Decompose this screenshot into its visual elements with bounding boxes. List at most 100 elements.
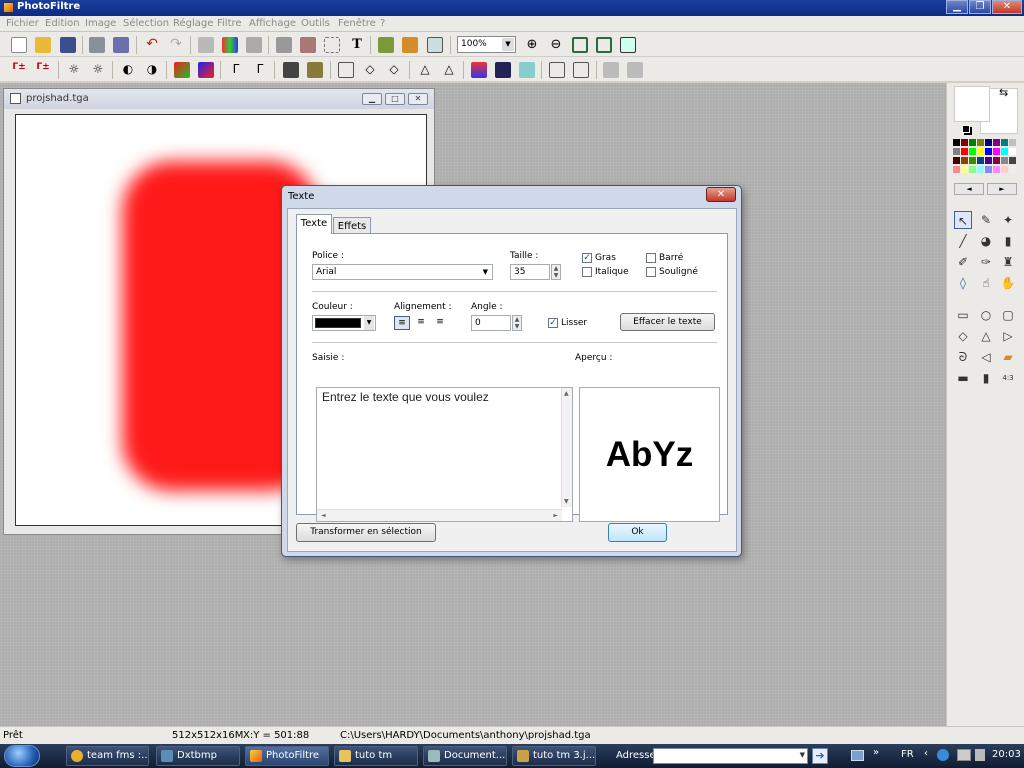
hand-icon[interactable]: ✋ (999, 274, 1017, 292)
palette-color-cell[interactable] (993, 166, 1000, 173)
align-center-icon[interactable]: ≡ (413, 316, 429, 330)
fit-window-icon[interactable] (596, 37, 612, 53)
task-tuto-tm[interactable]: tuto tm (334, 746, 418, 766)
palette-color-cell[interactable] (985, 157, 992, 164)
flip-vertical-icon[interactable] (573, 62, 589, 78)
palette-color-cell[interactable] (1001, 139, 1008, 146)
police-select[interactable]: Arial ▼ (312, 264, 493, 280)
blur-drop-icon[interactable]: ◊ (954, 274, 972, 292)
menu-outils[interactable]: Outils (301, 18, 330, 29)
task-document[interactable]: Document.... (423, 746, 507, 766)
frame-icon[interactable] (495, 62, 511, 78)
dialog-close-button[interactable]: ✕ (706, 187, 736, 202)
menu-reglage[interactable]: Réglage (173, 18, 213, 29)
saturation-down-icon[interactable] (174, 62, 190, 78)
sharpen-icon[interactable]: ◇ (362, 62, 378, 78)
horizontal-align-icon[interactable]: ▬ (954, 369, 972, 387)
start-button[interactable] (4, 745, 40, 767)
menu-edition[interactable]: Edition (45, 18, 80, 29)
angle-spinner[interactable]: ▲ ▼ (512, 315, 522, 331)
palette-color-cell[interactable] (985, 166, 992, 173)
color-palette[interactable] (953, 139, 1017, 179)
couleur-picker[interactable]: ▼ (312, 315, 376, 331)
fill-bucket-icon[interactable]: ◕ (977, 232, 995, 250)
sepia-icon[interactable] (307, 62, 323, 78)
palette-color-cell[interactable] (1001, 148, 1008, 155)
default-colors-icon[interactable] (962, 125, 970, 133)
address-input[interactable]: ▼ (653, 748, 808, 764)
print-icon[interactable] (89, 37, 105, 53)
palette-color-cell[interactable] (953, 139, 960, 146)
text-tool-icon[interactable]: T (349, 37, 365, 53)
save-icon[interactable] (60, 37, 76, 53)
spray-icon[interactable]: ▮ (999, 232, 1017, 250)
ok-button[interactable]: Ok (608, 523, 667, 542)
palette-color-cell[interactable] (985, 139, 992, 146)
palette-color-cell[interactable] (993, 148, 1000, 155)
angle-input[interactable]: 0 (471, 315, 511, 331)
drop-icon[interactable]: ◇ (386, 62, 402, 78)
menu-fichier[interactable]: Fichier (6, 18, 39, 29)
rotate-right-icon[interactable] (627, 62, 643, 78)
palette-color-cell[interactable] (961, 139, 968, 146)
saisie-textarea[interactable]: Entrez le texte que vous voulez ▲ ▼ ◄ ► (316, 387, 573, 522)
rectangle-shape-icon[interactable]: ▭ (954, 306, 972, 324)
colors-icon[interactable] (222, 37, 238, 53)
transparency-icon[interactable] (198, 37, 214, 53)
maximize-button[interactable]: ❐ (969, 0, 991, 14)
swap-colors-icon[interactable]: ⇆ (999, 86, 1008, 99)
desktop-icon[interactable] (851, 750, 864, 761)
open-folder-icon[interactable] (35, 37, 51, 53)
redo-icon[interactable]: ↷ (168, 37, 184, 53)
go-arrow-icon[interactable]: ➔ (812, 748, 828, 764)
menu-image[interactable]: Image (85, 18, 116, 29)
palette-color-cell[interactable] (961, 157, 968, 164)
horizontal-scrollbar[interactable]: ◄ ► (317, 509, 562, 521)
layer-icon[interactable] (378, 37, 394, 53)
palette-prev-button[interactable]: ◄ (954, 183, 984, 195)
menu-affichage[interactable]: Affichage (249, 18, 296, 29)
palette-color-cell[interactable] (969, 139, 976, 146)
triangle-shape-icon[interactable]: △ (977, 327, 995, 345)
rounded-rect-shape-icon[interactable]: ▢ (999, 306, 1017, 324)
lasso-icon[interactable]: ᘐ (954, 348, 972, 366)
palette-color-cell[interactable] (969, 166, 976, 173)
image-window-titlebar[interactable]: projshad.tga ▁ □ ✕ (4, 89, 434, 109)
contrast-up-icon[interactable]: ◑ (144, 62, 160, 78)
scroll-down-icon[interactable]: ▼ (564, 498, 569, 505)
vertical-scrollbar[interactable]: ▲ ▼ (561, 388, 572, 507)
palette-color-cell[interactable] (985, 148, 992, 155)
palette-color-cell[interactable] (953, 148, 960, 155)
load-shape-icon[interactable]: ▰ (999, 348, 1017, 366)
palette-color-cell[interactable] (969, 148, 976, 155)
palette-color-cell[interactable] (953, 157, 960, 164)
contrast-down-icon[interactable]: ◐ (120, 62, 136, 78)
task-photofiltre[interactable]: PhotoFiltre (245, 746, 329, 766)
palette-color-cell[interactable] (1001, 157, 1008, 164)
flip-horizontal-icon[interactable] (549, 62, 565, 78)
palette-color-cell[interactable] (961, 166, 968, 173)
tab-effets[interactable]: Effets (333, 217, 371, 234)
scroll-left-icon[interactable]: ◄ (321, 512, 326, 519)
gradient-icon[interactable] (471, 62, 487, 78)
chevron-left-icon[interactable]: ‹ (924, 748, 928, 759)
palette-color-cell[interactable] (977, 139, 984, 146)
rotate-left-icon[interactable] (603, 62, 619, 78)
palette-color-cell[interactable] (977, 148, 984, 155)
palette-color-cell[interactable] (953, 166, 960, 173)
brightness-down-icon[interactable]: ☼ (66, 62, 82, 78)
menu-fenetre[interactable]: Fenêtre (338, 18, 376, 29)
effacer-texte-button[interactable]: Effacer le texte (620, 313, 715, 331)
tab-texte[interactable]: Texte (296, 214, 332, 234)
saturation-up-icon[interactable] (198, 62, 214, 78)
gras-checkbox[interactable]: ✓ (582, 253, 592, 263)
zoom-in-icon[interactable]: ⊕ (524, 37, 540, 53)
palette-color-cell[interactable] (993, 139, 1000, 146)
palette-color-cell[interactable] (1009, 157, 1016, 164)
auto-levels-icon[interactable]: Γ± (11, 62, 27, 78)
diamond-shape-icon[interactable]: ◇ (954, 327, 972, 345)
image-minimize-button[interactable]: ▁ (362, 93, 382, 105)
image-close-button[interactable]: ✕ (408, 93, 428, 105)
image-maximize-button[interactable]: □ (385, 93, 405, 105)
new-file-icon[interactable] (11, 37, 27, 53)
